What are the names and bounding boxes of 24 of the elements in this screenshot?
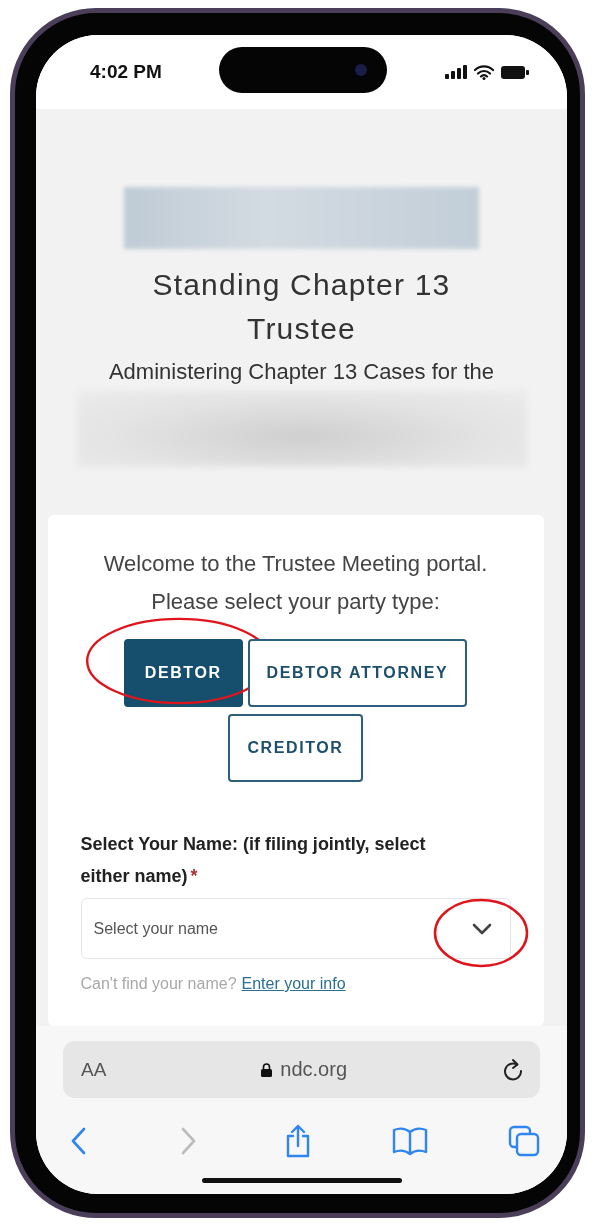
status-time: 4:02 PM: [90, 61, 162, 83]
party-type-button[interactable]: DEBTOR: [123, 639, 243, 707]
name-dropdown[interactable]: Select your name: [80, 898, 511, 959]
tabs-icon[interactable]: [507, 1125, 540, 1157]
wifi-icon: [474, 64, 494, 80]
page-title: Standing Chapter 13 Trustee: [151, 267, 452, 347]
enter-info-link[interactable]: Enter your info: [241, 975, 346, 993]
intro-text: Welcome to the Trustee Meeting portal.: [103, 550, 488, 578]
book-icon[interactable]: [392, 1126, 428, 1156]
reload-icon[interactable]: [502, 1057, 524, 1082]
help-text: Can't find your name?: [80, 975, 237, 993]
party-type-button[interactable]: CREDITOR: [228, 714, 363, 782]
required-mark: *: [190, 866, 198, 886]
battery-icon: [501, 65, 529, 79]
field-label: Select Your Name: (if filing jointly, select either name) *: [80, 833, 427, 888]
signal-icon: [445, 65, 467, 79]
party-type-button[interactable]: DEBTOR ATTORNEY: [247, 639, 468, 707]
address-bar[interactable]: AA ndc.org: [63, 1041, 540, 1098]
chevron-down-icon: [471, 922, 492, 935]
intro-text: Please select your party type:: [151, 588, 440, 616]
lock-icon: [261, 1062, 273, 1077]
url-text: ndc.org: [280, 1058, 348, 1081]
text-size-button[interactable]: AA: [81, 1058, 107, 1081]
page-subtitle: Administering Chapter 13 Cases for the: [108, 358, 495, 386]
